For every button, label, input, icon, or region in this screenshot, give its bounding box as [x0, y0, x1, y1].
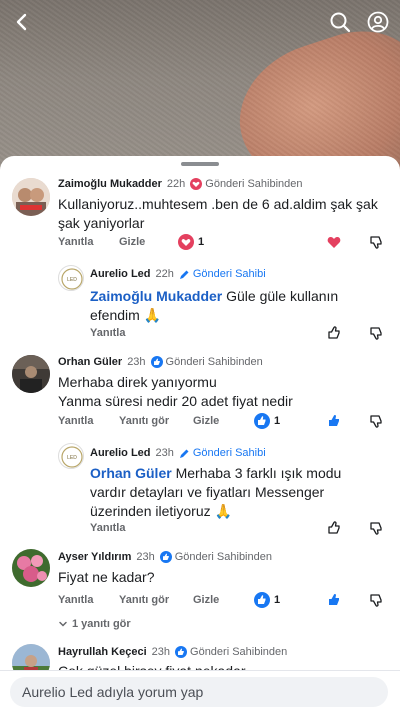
top-bar — [0, 0, 400, 44]
pencil-icon — [179, 449, 189, 458]
heart-badge-icon — [190, 178, 203, 190]
avatar[interactable]: LED — [58, 443, 84, 469]
comment-text: Zaimoğlu Mukadder Güle güle kullanın efe… — [90, 288, 339, 323]
avatar[interactable] — [12, 355, 50, 393]
comment-time: 23h — [127, 356, 146, 368]
dislike-icon[interactable] — [368, 234, 386, 252]
like-badge-icon — [150, 356, 163, 368]
comment-text: Fiyat ne kadar? — [58, 569, 155, 585]
comment-composer: Aurelio Led adıyla yorum yap — [0, 670, 400, 711]
reply-button[interactable]: Yanıtla — [58, 236, 93, 248]
comment-author[interactable]: Hayrullah Keçeci — [58, 646, 147, 658]
account-icon[interactable] — [366, 10, 390, 34]
avatar[interactable] — [12, 178, 50, 216]
comment-author[interactable]: Aurelio Led — [90, 268, 151, 280]
like-reaction-icon — [254, 592, 270, 608]
hide-button[interactable]: Gizle — [119, 236, 145, 248]
comment-time: 23h — [155, 447, 174, 459]
reply-button[interactable]: Yanıtla — [58, 594, 93, 606]
author-fan-badge: Gönderi Sahibinden — [159, 551, 272, 563]
comment-time: 23h — [151, 646, 171, 658]
hide-button[interactable]: Gizle — [193, 415, 219, 427]
author-fan-badge: Gönderi Sahibinden — [150, 356, 263, 368]
search-icon[interactable] — [328, 10, 352, 34]
comment-author[interactable]: Ayser Yıldırım — [58, 551, 131, 563]
dislike-icon[interactable] — [368, 520, 386, 538]
reply-button[interactable]: Yanıtla — [58, 415, 93, 427]
reply-button[interactable]: Yanıtla — [90, 327, 125, 339]
avatar[interactable]: LED — [58, 265, 84, 291]
reaction-summary[interactable]: 1 — [178, 234, 204, 250]
comment-author[interactable]: Orhan Güler — [58, 356, 122, 368]
comment-author[interactable]: Zaimoğlu Mukadder — [58, 178, 162, 190]
author-fan-badge: Gönderi Sahibinden — [190, 178, 303, 190]
see-reply-button[interactable]: Yanıtı gör — [119, 415, 169, 427]
reaction-summary[interactable]: 1 — [254, 592, 280, 608]
drag-handle[interactable] — [181, 162, 219, 166]
like-badge-icon — [175, 646, 188, 658]
author-fan-badge: Gönderi Sahibinden — [175, 646, 287, 658]
pencil-icon — [179, 270, 189, 279]
mention-link[interactable]: Orhan Güler — [90, 465, 172, 481]
reply-button[interactable]: Yanıtla — [90, 522, 125, 534]
comment-time: 22h — [166, 178, 186, 190]
comment-author[interactable]: Aurelio Led — [90, 447, 151, 459]
svg-text:LED: LED — [67, 455, 77, 461]
dislike-icon[interactable] — [368, 413, 386, 431]
like-icon[interactable] — [326, 520, 344, 538]
author-badge: Gönderi Sahibi — [179, 268, 266, 280]
author-badge: Gönderi Sahibi — [179, 447, 266, 459]
like-icon[interactable] — [326, 325, 344, 343]
comment-text: Merhaba direk yanıyormu Yanma süresi ned… — [58, 374, 293, 409]
chevron-left-icon[interactable] — [10, 10, 34, 34]
like-badge-icon — [159, 551, 172, 563]
comment-input[interactable]: Aurelio Led adıyla yorum yap — [10, 677, 388, 707]
chevron-down-icon — [59, 621, 67, 627]
view-replies-toggle[interactable]: 1 yanıtı gör — [58, 618, 131, 630]
comment-time: 23h — [136, 551, 155, 563]
mention-link[interactable]: Zaimoğlu Mukadder — [90, 288, 222, 304]
hide-button[interactable]: Gizle — [193, 594, 219, 606]
comment-text: Orhan Güler Merhaba 3 farklı ışık modu v… — [90, 465, 342, 519]
dislike-icon[interactable] — [368, 592, 386, 610]
see-reply-button[interactable]: Yanıtı gör — [119, 594, 169, 606]
avatar[interactable] — [12, 549, 50, 587]
comments-sheet: Zaimoğlu Mukadder 22h Gönderi Sahibinden… — [0, 156, 400, 711]
comment-time: 22h — [155, 268, 174, 280]
like-reaction-icon — [254, 413, 270, 429]
reaction-summary[interactable]: 1 — [254, 413, 280, 429]
like-icon-active[interactable] — [326, 413, 344, 431]
svg-text:LED: LED — [67, 277, 77, 283]
like-icon-active[interactable] — [326, 592, 344, 610]
love-reaction-icon — [178, 234, 194, 250]
heart-icon[interactable] — [326, 234, 344, 252]
dislike-icon[interactable] — [368, 325, 386, 343]
comment-text: Kullaniyoruz..muhtesem .ben de 6 ad.aldi… — [58, 196, 378, 231]
